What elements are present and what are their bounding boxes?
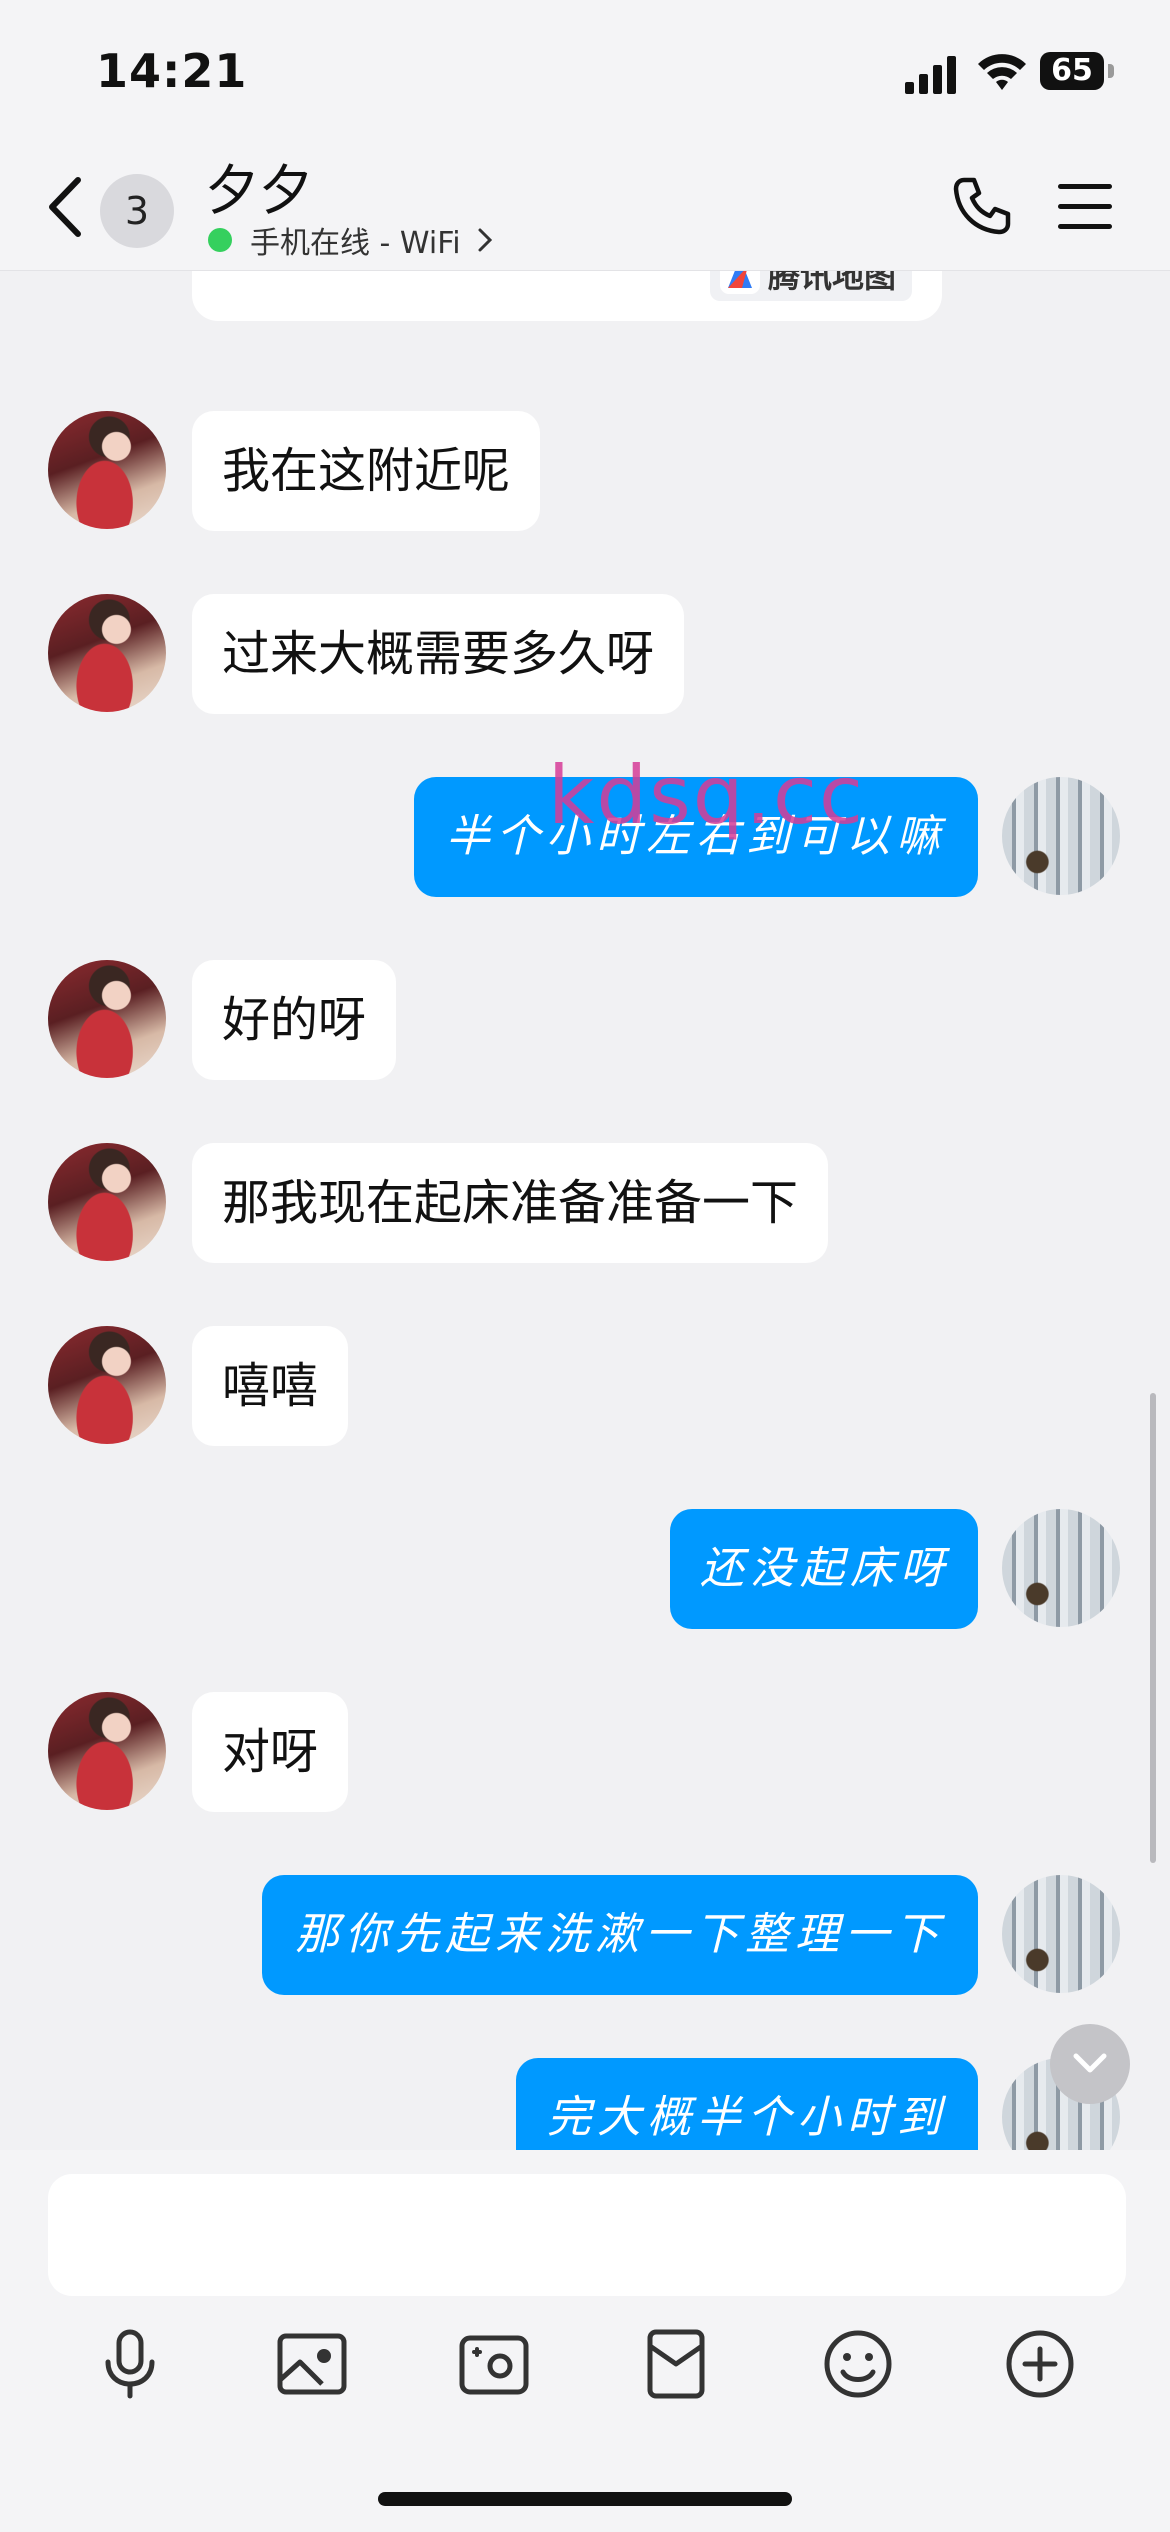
incoming-message-bubble[interactable]: 好的呀: [192, 960, 397, 1080]
outgoing-message-bubble[interactable]: 还没起床呀: [670, 1509, 978, 1629]
contact-avatar[interactable]: [48, 1326, 166, 1444]
red-packet-icon[interactable]: [636, 2324, 716, 2404]
outgoing-message-bubble[interactable]: 那你先起来洗漱一下整理一下: [262, 1875, 978, 1995]
phone-call-icon[interactable]: [950, 174, 1014, 238]
message-list[interactable]: 腾讯地图 我在这附近呢 过来大概需要多久呀 半个小时左右到可以嘛 好的呀 那我现…: [0, 271, 1170, 2150]
incoming-message-bubble[interactable]: 我在这附近呢: [192, 411, 541, 531]
location-card[interactable]: 腾讯地图: [192, 271, 942, 321]
wifi-icon: [978, 54, 1026, 90]
incoming-message-bubble[interactable]: 过来大概需要多久呀: [192, 594, 685, 714]
status-time: 14:21: [96, 44, 248, 98]
status-bar: 14:21 65: [0, 0, 1170, 140]
tencent-map-logo-icon: [719, 271, 760, 294]
message-input[interactable]: [48, 2174, 1126, 2296]
presence-text: 手机在线 - WiFi: [250, 226, 461, 261]
contact-name[interactable]: 夕夕: [205, 146, 313, 225]
composer-bar: [0, 2150, 1170, 2532]
contact-avatar[interactable]: [48, 1692, 166, 1810]
watermark-text: kdsq.cc: [548, 749, 865, 842]
my-avatar[interactable]: [1002, 1875, 1120, 1993]
chevron-down-icon: [1073, 2053, 1107, 2073]
my-avatar[interactable]: [1002, 1509, 1120, 1627]
back-chevron-icon[interactable]: [40, 172, 90, 242]
contact-avatar[interactable]: [48, 1143, 166, 1261]
emoji-icon[interactable]: [818, 2324, 898, 2404]
camera-icon[interactable]: [454, 2324, 534, 2404]
home-indicator[interactable]: [378, 2492, 792, 2506]
map-provider-text: 腾讯地图: [767, 271, 896, 295]
presence-status[interactable]: 手机在线 - WiFi: [208, 220, 495, 261]
contact-avatar[interactable]: [48, 960, 166, 1078]
battery-icon: 65: [1040, 52, 1116, 92]
menu-icon[interactable]: [1058, 184, 1112, 230]
plus-icon[interactable]: [1000, 2324, 1080, 2404]
chat-header: 3 夕夕 手机在线 - WiFi: [0, 140, 1170, 271]
contact-avatar[interactable]: [48, 594, 166, 712]
battery-level: 65: [1040, 52, 1104, 90]
map-provider-label: 腾讯地图: [709, 271, 912, 301]
image-icon[interactable]: [272, 2324, 352, 2404]
unread-count-badge[interactable]: 3: [100, 174, 174, 248]
cellular-signal-icon: [905, 56, 956, 94]
chevron-right-icon: [478, 228, 492, 252]
scroll-to-bottom-button[interactable]: [1050, 2024, 1130, 2104]
scrollbar[interactable]: [1150, 1393, 1156, 1863]
incoming-message-bubble[interactable]: 嘻嘻: [192, 1326, 349, 1446]
incoming-message-bubble[interactable]: 对呀: [192, 1692, 349, 1812]
outgoing-message-bubble[interactable]: 完大概半个小时到: [516, 2058, 978, 2150]
contact-avatar[interactable]: [48, 411, 166, 529]
my-avatar[interactable]: [1002, 777, 1120, 895]
online-dot-icon: [208, 228, 232, 252]
incoming-message-bubble[interactable]: 那我现在起床准备准备一下: [192, 1143, 829, 1263]
mic-icon[interactable]: [90, 2324, 170, 2404]
